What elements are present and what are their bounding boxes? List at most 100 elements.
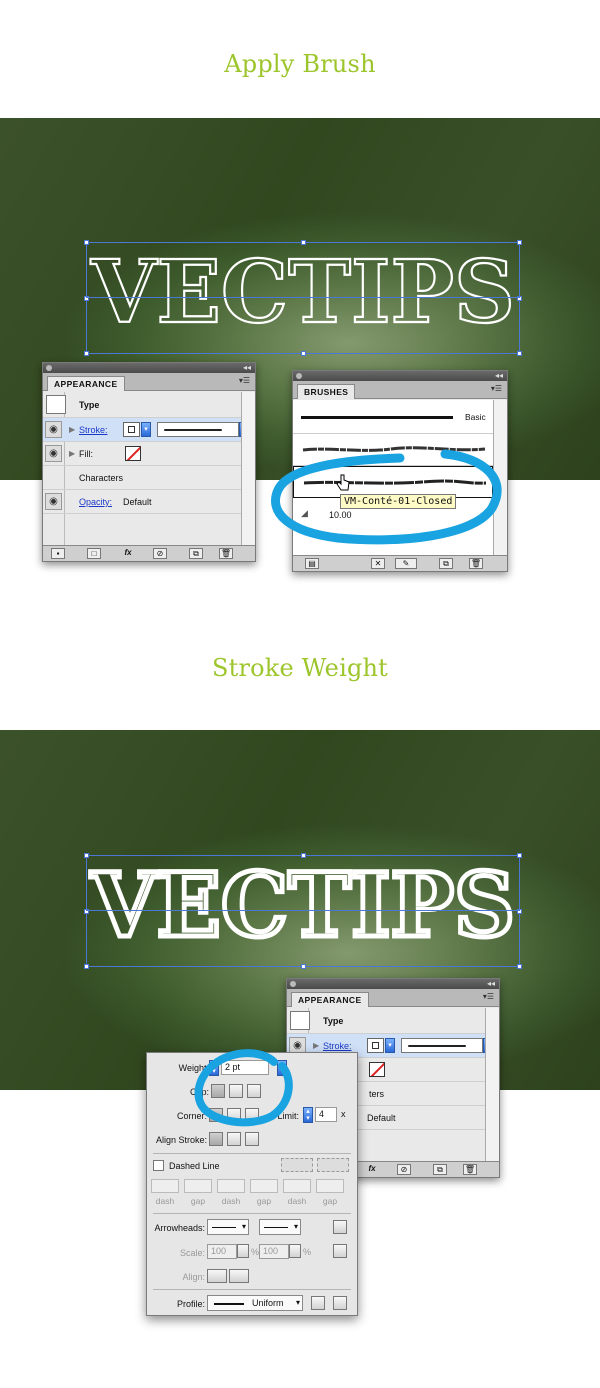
start-scale-input[interactable]: 100 [207,1244,237,1259]
handle-tc[interactable] [301,853,306,858]
stroke-dropdown-arrow-icon[interactable]: ▾ [141,422,151,437]
delete-icon[interactable]: ⊘ [397,1164,411,1175]
eye-icon[interactable]: ◉ [45,445,62,462]
selection-bounding-box[interactable] [84,853,522,969]
preserve-dash-button[interactable] [281,1158,313,1172]
limit-input[interactable]: 4 [315,1107,337,1122]
flip-across-icon[interactable] [333,1296,347,1310]
scrollbar[interactable] [485,1008,499,1162]
stroke-link[interactable]: Stroke: [79,425,108,435]
dash-input-3[interactable] [283,1179,311,1193]
weight-dropdown-icon[interactable]: ▾ [277,1060,287,1076]
panel-menu-icon[interactable]: ▾☰ [491,384,502,393]
align-dash-button[interactable] [317,1158,349,1172]
round-cap-button[interactable] [229,1084,243,1098]
weight-input[interactable]: 2 pt [221,1060,269,1075]
flip-along-icon[interactable] [311,1296,325,1310]
end-scale-input[interactable]: 100 [259,1244,289,1259]
brush-definition-dropdown[interactable] [157,422,239,437]
tab-appearance[interactable]: APPEARANCE [47,376,125,391]
dash-input-2[interactable] [217,1179,245,1193]
tab-brushes[interactable]: BRUSHES [297,384,356,399]
collapse-icon[interactable]: ◂◂ [243,363,251,373]
weight-stepper[interactable]: ▴ ▾ [209,1060,219,1076]
stroke-options-panel[interactable]: Weight: ▴ ▾ 2 pt ▾ Cap: Corner: Limit: ▴ ▾… [146,1052,358,1316]
disclosure-triangle-icon[interactable]: ▶ [69,425,75,434]
remove-brush-stroke-icon[interactable]: ✕ [371,558,385,569]
handle-br[interactable] [517,351,522,356]
align-outside-button[interactable] [245,1132,259,1146]
clear-appearance-icon[interactable]: □ [87,548,101,559]
handle-bc[interactable] [301,964,306,969]
stroke-swatch[interactable] [367,1038,384,1053]
duplicate-icon[interactable]: ⧉ [433,1164,447,1175]
disclosure-triangle-icon[interactable]: ▶ [313,1041,319,1050]
disclosure-triangle-icon[interactable]: ▶ [69,449,75,458]
close-dot-icon[interactable] [296,373,302,379]
gap-input-3[interactable] [316,1179,344,1193]
align-inside-button[interactable] [227,1132,241,1146]
handle-tl[interactable] [84,240,89,245]
appearance-row-fill[interactable]: ◉ ▶ Fill: [43,442,241,466]
bevel-join-button[interactable] [245,1108,259,1122]
handle-bl[interactable] [84,351,89,356]
gap-input-2[interactable] [250,1179,278,1193]
handle-bl[interactable] [84,964,89,969]
trash-icon[interactable]: 🗑 [469,558,483,569]
appearance-row-type[interactable]: Type [43,392,241,418]
round-join-button[interactable] [227,1108,241,1122]
fill-none-swatch[interactable] [369,1062,385,1077]
new-brush-icon[interactable]: ⧉ [439,558,453,569]
opacity-link[interactable]: Opacity: [79,497,112,507]
align-center-button[interactable] [209,1132,223,1146]
trash-icon[interactable]: 🗑 [463,1164,477,1175]
handle-tc[interactable] [301,240,306,245]
start-scale-dropdown-icon[interactable] [237,1244,249,1258]
duplicate-icon[interactable]: ⧉ [189,548,203,559]
brush-definition-dropdown[interactable] [401,1038,483,1053]
handle-tr[interactable] [517,853,522,858]
brush-basic[interactable]: Basic [293,400,493,434]
eye-icon[interactable]: ◉ [45,493,62,510]
scrollbar[interactable] [241,392,255,546]
close-dot-icon[interactable] [290,981,296,987]
tab-appearance[interactable]: APPEARANCE [291,992,369,1007]
scrollbar[interactable] [493,400,507,556]
panel-menu-icon[interactable]: ▾☰ [483,992,494,1001]
appearance-row-opacity[interactable]: ◉ Opacity: Default [43,490,241,514]
stroke-link[interactable]: Stroke: [323,1041,352,1051]
eye-icon[interactable]: ◉ [45,421,62,438]
appearance-row-stroke[interactable]: ◉ ▶ Stroke: ▾ ▾ [43,418,249,442]
handle-br[interactable] [517,964,522,969]
place-arrow-tip-button[interactable] [229,1269,249,1283]
miter-join-button[interactable] [209,1108,223,1122]
butt-cap-button[interactable] [211,1084,225,1098]
collapse-icon[interactable]: ◂◂ [487,979,495,989]
end-arrowhead-dropdown[interactable]: ▾ [259,1219,301,1235]
dash-input-1[interactable] [151,1179,179,1193]
fx-icon[interactable]: fx [121,548,135,559]
start-arrowhead-dropdown[interactable]: ▾ [207,1219,249,1235]
panel-menu-icon[interactable]: ▾☰ [239,376,250,385]
projecting-cap-button[interactable] [247,1084,261,1098]
delete-icon[interactable]: ⊘ [153,548,167,559]
brush-chalk-1[interactable] [293,434,493,466]
brushes-panel[interactable]: ◂◂ BRUSHES ▾☰ Basic ◢ 10.00 ▤ ✕ ✎ ⧉ 🗑 [292,370,508,572]
width-profile-dropdown[interactable]: Uniform ▾ [207,1295,303,1311]
gap-input-1[interactable] [184,1179,212,1193]
extend-arrow-tip-button[interactable] [207,1269,227,1283]
stroke-dropdown-arrow-icon[interactable]: ▾ [385,1038,395,1053]
limit-stepper[interactable]: ▴ ▾ [303,1107,313,1123]
handle-tr[interactable] [517,240,522,245]
brush-libraries-icon[interactable]: ▤ [305,558,319,569]
appearance-row-type[interactable]: Type [287,1008,485,1034]
swap-arrowheads-icon[interactable] [333,1220,347,1234]
close-dot-icon[interactable] [46,365,52,371]
brush-options-icon[interactable]: ✎ [395,558,417,569]
handle-bc[interactable] [301,351,306,356]
selection-bounding-box[interactable] [84,240,522,356]
dashed-line-checkbox[interactable] [153,1160,164,1171]
appearance-panel[interactable]: ◂◂ APPEARANCE ▾☰ Type ◉ ▶ Stroke: ▾ ▾ ◉ … [42,362,256,562]
link-scale-icon[interactable] [333,1244,347,1258]
fill-none-swatch[interactable] [125,446,141,461]
